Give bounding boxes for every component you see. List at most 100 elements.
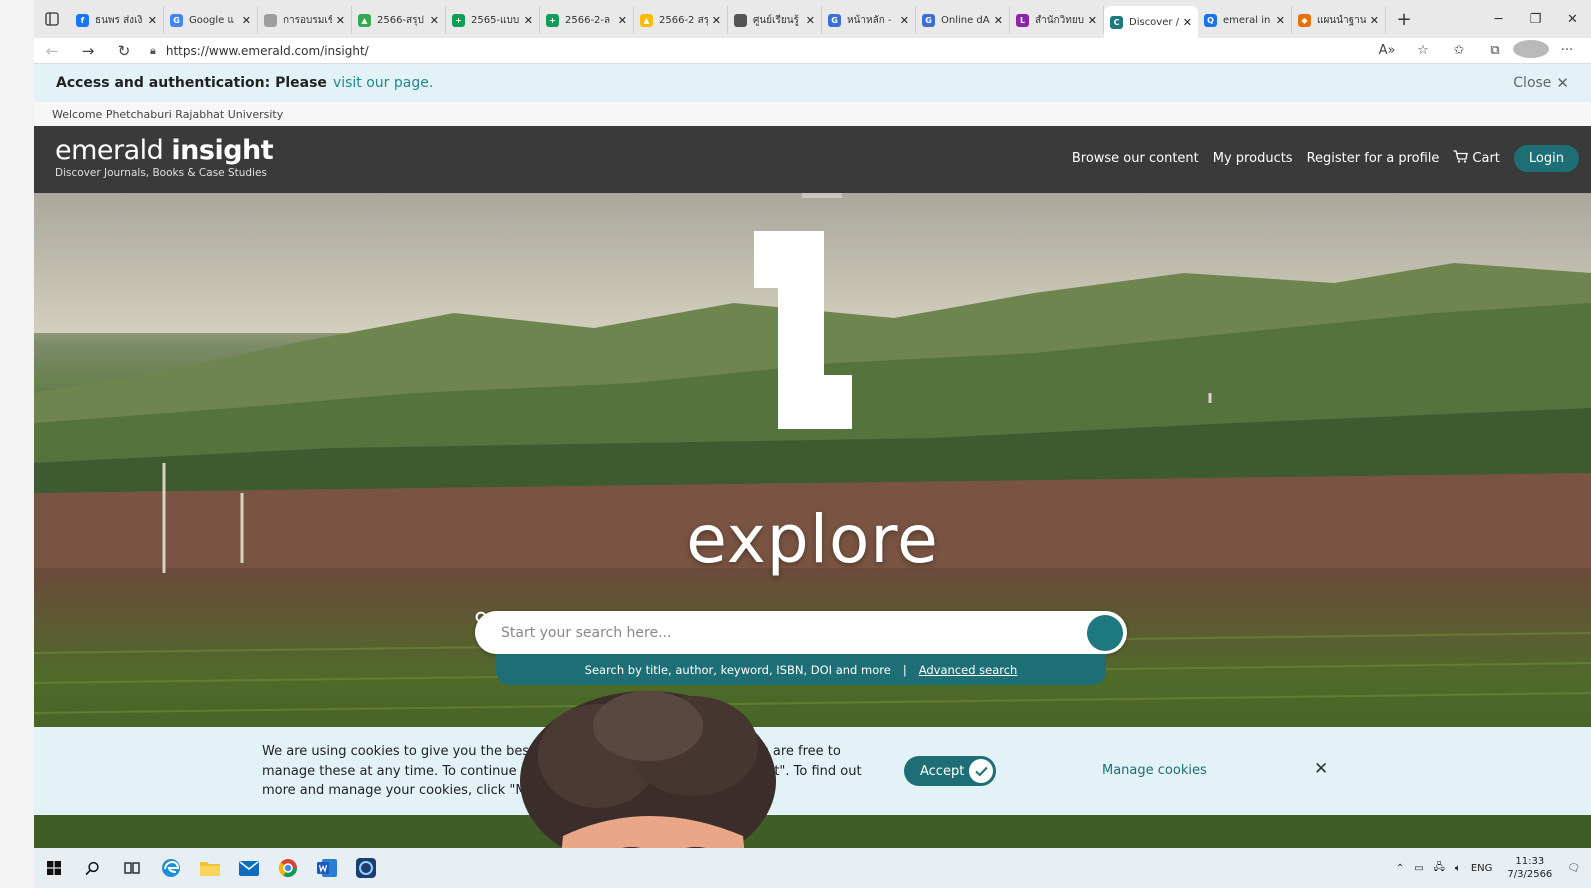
banner-close-label: Close [1513,75,1552,91]
logo-word-light: emerald [55,135,164,166]
tab-close-icon[interactable]: ✕ [618,14,627,27]
tab-close-icon[interactable]: ✕ [806,14,815,27]
tab-close-icon[interactable]: ✕ [900,14,909,27]
language-indicator[interactable]: ENG [1471,863,1493,874]
browser-tab[interactable]: Qemeral in ✕ [1198,6,1292,34]
tab-close-icon[interactable]: ✕ [1088,14,1097,27]
clock[interactable]: 11:33 7/3/2566 [1507,855,1552,881]
logo-word-bold: insight [171,135,274,166]
browser-tab[interactable]: G หน้าหลัก - ✕ [822,6,916,34]
restore-button[interactable]: ❐ [1517,12,1554,27]
login-button[interactable]: Login [1513,145,1579,172]
tab-close-icon[interactable]: ✕ [994,14,1003,27]
tab-close-icon[interactable]: ✕ [712,14,721,27]
url-field[interactable]: 🔒︎ https://www.emerald.com/insight/ [142,40,1369,62]
address-bar: ← → ↻ 🔒︎ https://www.emerald.com/insight… [34,38,1591,64]
notifications-icon[interactable]: 🗨︎ [1567,863,1580,874]
tab-label: 2565-แบบ [471,14,520,26]
tab-favicon-icon: ▲ [640,13,653,27]
edge-app-icon[interactable] [151,848,190,888]
advanced-search-link[interactable]: Advanced search [919,663,1018,677]
cookie-banner: We are using cookies to give you the bes… [34,727,1591,815]
tab-favicon-icon: f [76,13,89,27]
browser-tab[interactable]: G Online dA ✕ [916,6,1010,34]
back-button[interactable]: ← [34,42,70,60]
tab-label: แผนนำฐานะ [1317,14,1366,26]
cart-link[interactable]: Cart [1472,151,1500,166]
tab-favicon-icon: L [1016,13,1029,27]
register-link[interactable]: Register for a profile [1307,151,1440,166]
tab-close-icon[interactable]: ✕ [524,14,533,27]
tab-close-icon[interactable]: ✕ [1276,14,1285,27]
reload-button[interactable]: ↻ [106,42,142,60]
cart-icon[interactable] [1453,150,1469,167]
search-input[interactable] [501,624,1087,641]
forward-button[interactable]: → [70,42,106,60]
new-tab-button[interactable]: + [1390,9,1418,30]
site-header: emerald insight Discover Journals, Books… [34,126,1591,193]
browser-tab[interactable]: +2566-2-ล ✕ [540,6,634,34]
manage-cookies-link[interactable]: Manage cookies [1102,763,1207,778]
browser-tab[interactable]: C Discover / ✕ [1104,6,1198,38]
file-explorer-icon[interactable] [190,848,229,888]
tab-label: หน้าหลัก - [847,14,892,26]
browser-tab[interactable]: f ธนพร ส่งเงิ ✕ [70,6,164,34]
accept-cookies-button[interactable]: Accept [904,756,996,786]
network-icon[interactable]: 🖧︎ [1434,860,1445,877]
search-icon [475,611,490,626]
close-icon: ✕ [1556,74,1569,92]
minimize-button[interactable]: ─ [1480,12,1517,27]
more-menu-icon[interactable]: ··· [1549,43,1585,58]
tray-device-icon[interactable]: ▭ [1414,863,1423,874]
tab-favicon-icon: + [452,13,465,27]
task-view-icon[interactable] [112,848,151,888]
main-nav: Browse our content My products Register … [1058,145,1579,172]
browser-tab[interactable]: G Google แ ✕ [164,6,258,34]
tab-close-icon[interactable]: ✕ [148,14,157,27]
tab-close-icon[interactable]: ✕ [1183,16,1192,29]
tray-chevron-icon[interactable]: ⌃ [1396,863,1404,874]
banner-close-button[interactable]: Close ✕ [1513,74,1569,92]
meeting-app-icon[interactable] [346,848,385,888]
browser-tab[interactable]: การอบรมเชิ ✕ [258,6,352,34]
tab-label: Discover / [1129,16,1179,28]
close-window-button[interactable]: ✕ [1554,12,1591,27]
browser-tab[interactable]: ▲ 2566-สรุป ✕ [352,6,446,34]
chrome-app-icon[interactable] [268,848,307,888]
start-button[interactable] [34,848,73,888]
tab-close-icon[interactable]: ✕ [242,14,251,27]
tab-favicon-icon: G [828,13,841,27]
search-box [475,611,1127,654]
tab-close-icon[interactable]: ✕ [430,14,439,27]
tab-actions-icon[interactable] [34,0,70,38]
tab-label: Google แ [189,14,234,26]
clock-date: 7/3/2566 [1507,869,1553,880]
browser-tab[interactable]: ◆ แผนนำฐานะ ✕ [1292,6,1386,34]
screen-left-margin [0,0,34,888]
favorite-star-icon[interactable]: ☆ [1405,43,1441,58]
word-app-icon[interactable] [307,848,346,888]
browser-tab[interactable]: ▲ 2566-2 สรุ ✕ [634,6,728,34]
cookie-close-icon[interactable]: ✕ [1314,759,1328,779]
profile-avatar[interactable] [1513,39,1549,62]
browser-tab[interactable]: ศูนย์เรียนรู้ ✕ [728,6,822,34]
my-products-link[interactable]: My products [1213,151,1293,166]
emerald-insight-logo[interactable]: emerald insight Discover Journals, Books… [55,135,274,180]
taskbar-search-icon[interactable] [73,848,112,888]
favorites-icon[interactable]: ✩ [1441,43,1477,58]
search-button[interactable] [475,611,1123,651]
mail-app-icon[interactable] [229,848,268,888]
system-tray: ⌃ ▭ 🖧︎ 🔈︎ ENG 11:33 7/3/2566 🗨︎ [1391,855,1591,881]
tab-close-icon[interactable]: ✕ [336,14,345,27]
browser-tab[interactable]: +2565-แบบ ✕ [446,6,540,34]
hero-headline: explore [686,501,939,578]
visit-page-link[interactable]: visit our page. [333,75,433,91]
volume-icon[interactable]: 🔈︎ [1455,863,1461,874]
tab-close-icon[interactable]: ✕ [1370,14,1379,27]
collections-icon[interactable]: ⧉ [1477,43,1513,58]
browser-tab[interactable]: L สำนักวิทยบ ✕ [1010,6,1104,34]
browse-content-link[interactable]: Browse our content [1072,151,1199,166]
read-aloud-icon[interactable]: A» [1369,43,1405,58]
search-hint-bar: Search by title, author, keyword, ISBN, … [496,654,1106,685]
window-controls: ─ ❐ ✕ [1480,12,1591,27]
